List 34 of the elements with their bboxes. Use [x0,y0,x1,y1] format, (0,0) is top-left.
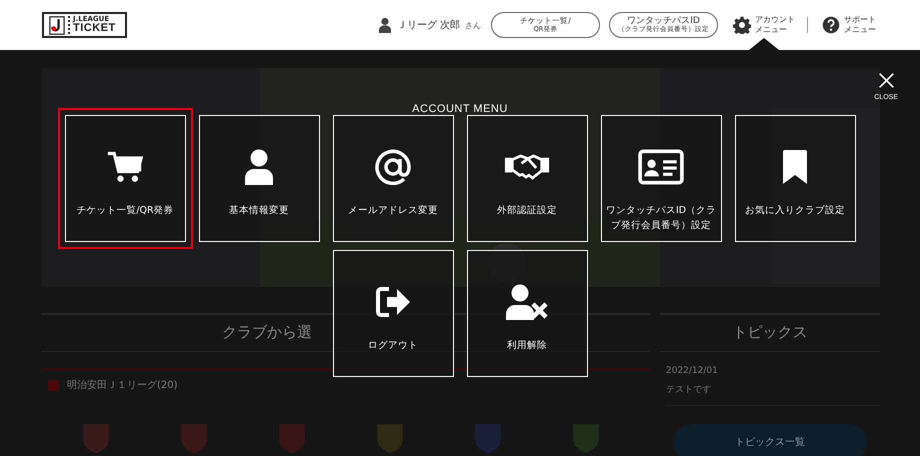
section-heading: トピックス [660,315,880,352]
club-emblem-icon [80,422,112,454]
user-suffix: さん [465,20,481,30]
help-icon [822,16,840,34]
id-card-icon [638,149,684,185]
cart-icon [107,149,143,185]
topic-date: 2022/12/01 [666,366,719,376]
club-emblem-icon [178,422,210,454]
user-name: Ｊリーグ 次郎 [396,18,460,32]
menu-tile[interactable]: 利用解除 [466,250,588,377]
close-icon [878,72,895,89]
topic-title: テストです [666,383,880,406]
menu-tile[interactable]: ワンタッチパスID（クラブ発行会員番号）設定 [600,115,722,242]
club-emblem-icon [276,422,308,454]
club-emblem-icon [374,422,406,454]
settings-icon [733,16,751,34]
club-emblem-icon [570,422,602,454]
club-emblem-icon [472,422,504,454]
menu-title: ACCOUNT MENU [412,103,508,115]
menu-tile[interactable]: ログアウト [332,250,454,377]
menu-tile[interactable]: 外部認証設定 [466,115,588,242]
topics-list-button[interactable]: トピックス一覧 [673,424,867,456]
menu-tile[interactable]: メールアドレス変更 [332,115,454,242]
support-menu-button[interactable]: サポート メニュー [816,0,876,50]
user-remove-icon [504,284,550,320]
account-menu-button[interactable]: アカウント メニュー [727,0,795,50]
menu-tile[interactable]: お気に入りクラブ設定 [734,115,856,242]
at-sign-icon [375,149,411,185]
logout-icon [375,284,411,320]
league-icon [48,380,59,390]
menu-tile[interactable]: チケット一覧/QR発券 [58,108,192,249]
league-name: 明治安田Ｊ１リーグ(20) [67,378,178,392]
menu-tile[interactable]: 基本情報変更 [198,115,320,242]
user-icon [378,17,391,33]
